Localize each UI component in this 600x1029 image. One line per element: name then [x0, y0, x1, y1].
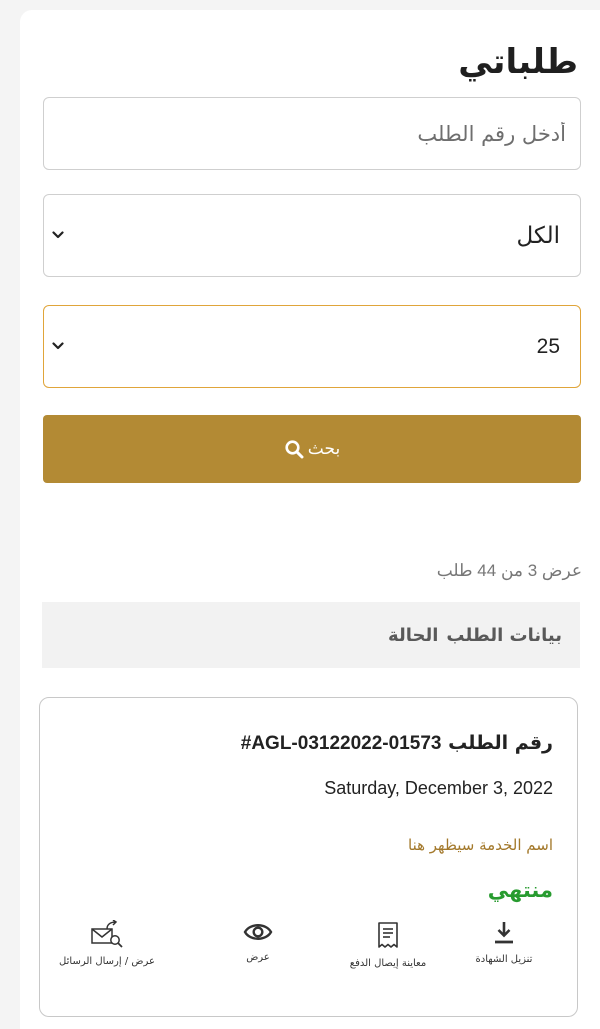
request-date: Saturday, December 3, 2022 [324, 778, 553, 798]
request-number-input[interactable] [43, 97, 581, 170]
search-button-label: بحث [307, 439, 341, 458]
status-filter-value: الكل [516, 222, 560, 249]
request-card: رقم الطلب #AGL-03122022-01573 Saturday, … [39, 697, 578, 1017]
search-button[interactable]: بحث [43, 415, 581, 483]
column-header-request-data[interactable]: بيانات الطلب [446, 625, 562, 646]
results-count: عرض 3 من 44 طلب [436, 561, 582, 580]
page-title: طلباتي [458, 42, 578, 82]
download-certificate-label: تنزيل الشهادة [475, 954, 533, 965]
search-icon [285, 440, 304, 459]
messages-icon [91, 920, 123, 948]
chevron-down-icon [52, 341, 64, 349]
preview-receipt-action[interactable]: معاينة إيصال الدفع [338, 920, 438, 972]
download-icon [495, 922, 513, 944]
chevron-down-icon [52, 230, 64, 238]
request-number: رقم الطلب #AGL-03122022-01573 [241, 732, 553, 755]
request-number-label: رقم الطلب [448, 732, 553, 754]
download-certificate-action[interactable]: تنزيل الشهادة [454, 920, 554, 968]
view-label: عرض [246, 952, 270, 963]
view-send-messages-label: عرض / إرسال الرسائل [59, 956, 155, 967]
service-name: اسم الخدمة سيظهر هنا [408, 836, 553, 854]
page-size-select[interactable]: 25 [43, 305, 581, 388]
receipt-icon [378, 922, 398, 948]
request-number-value: #AGL-03122022-01573 [240, 733, 442, 754]
view-send-messages-action[interactable]: عرض / إرسال الرسائل [57, 920, 157, 970]
status-badge: منتهي [487, 878, 553, 902]
page-size-value: 25 [536, 334, 560, 358]
eye-icon [243, 924, 273, 940]
table-header: بيانات الطلب الحالة [42, 602, 580, 668]
view-action[interactable]: عرض [208, 920, 308, 966]
column-header-status[interactable]: الحالة [388, 625, 438, 646]
preview-receipt-label: معاينة إيصال الدفع [349, 958, 427, 969]
status-filter-select[interactable]: الكل [43, 194, 581, 277]
